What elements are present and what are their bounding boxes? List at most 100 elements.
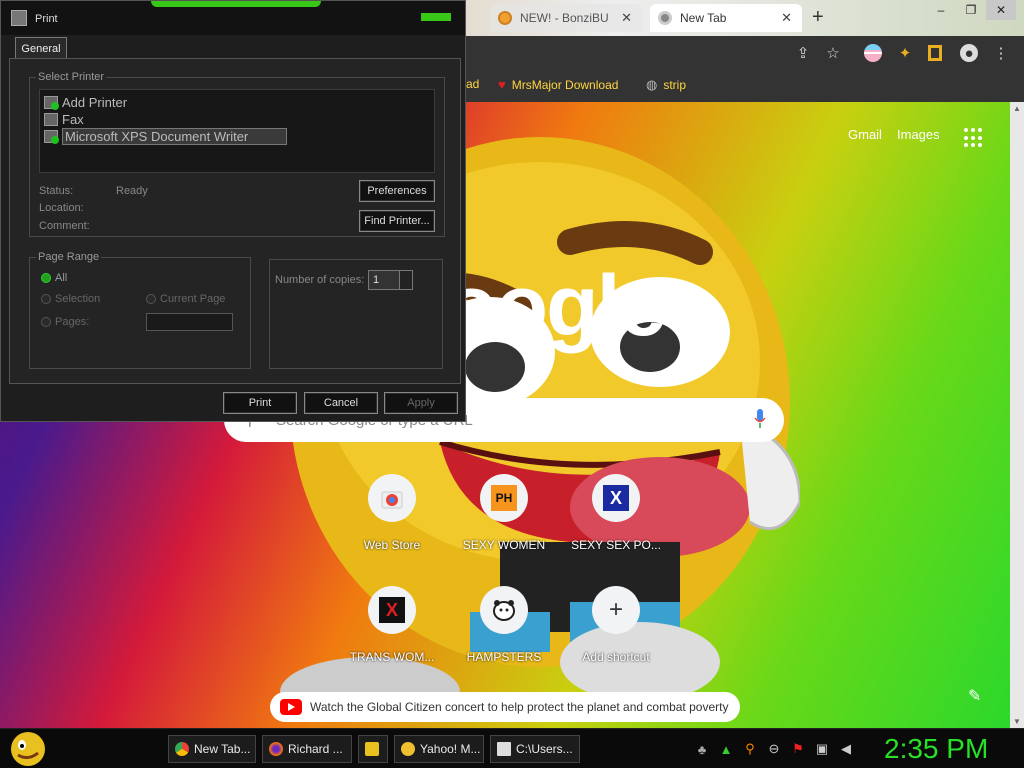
titlebar-glow — [151, 1, 321, 7]
apply-button[interactable]: Apply — [384, 392, 458, 414]
close-tab-icon[interactable]: ✕ — [621, 10, 632, 26]
range-selection-radio[interactable]: Selection — [41, 293, 100, 305]
sidebar-icon[interactable] — [928, 45, 942, 61]
gmail-link[interactable]: Gmail — [848, 127, 882, 142]
ph-site-icon: PH — [480, 474, 528, 522]
window-controls: ‒ ❐ ✕ — [926, 0, 1016, 20]
tab-bonzibuddy[interactable]: NEW! - BonziBU ✕ — [490, 4, 642, 32]
taskbar-item-yahoo[interactable]: Yahoo! M... — [394, 735, 484, 763]
taskbar-item-chrome[interactable]: New Tab... — [168, 735, 256, 763]
bookmark-item[interactable]: ad — [466, 77, 479, 91]
chrome-favicon-icon — [658, 11, 672, 25]
taskbar-item-firefox[interactable]: Richard ... — [262, 735, 352, 763]
printer-item-xps[interactable]: Microsoft XPS Document Writer — [44, 127, 288, 145]
taskbar-item-cmd[interactable]: C:\Users... — [490, 735, 580, 763]
scroll-up-icon[interactable]: ▲ — [1013, 104, 1021, 113]
microphone-icon[interactable] — [754, 409, 766, 429]
titlebar-indicator — [421, 13, 451, 21]
minimize-icon[interactable]: ‒ — [926, 0, 956, 20]
clock[interactable]: 2:35 PM — [884, 733, 988, 765]
shortcut-web-store[interactable]: Web Store — [336, 474, 448, 574]
printer-item-add-printer[interactable]: Add Printer — [44, 94, 127, 110]
print-button[interactable]: Print — [223, 392, 297, 414]
radio-dot — [41, 294, 51, 304]
tab-label: NEW! - BonziBU — [520, 11, 609, 25]
taskbar: New Tab... Richard ... Yahoo! M... C:\Us… — [0, 728, 1024, 768]
xps-printer-icon — [44, 129, 59, 144]
preferences-button[interactable]: Preferences — [359, 180, 435, 202]
cancel-button[interactable]: Cancel — [304, 392, 378, 414]
printer-item-fax[interactable]: Fax — [44, 111, 84, 127]
range-pages-radio[interactable]: Pages: — [41, 316, 89, 328]
shortcut-label: TRANS WOM... — [349, 650, 435, 664]
location-label: Location: — [39, 202, 84, 214]
heart-icon: ♥ — [498, 77, 506, 92]
dialog-titlebar[interactable]: Print — [1, 1, 465, 35]
x-site-icon: X — [592, 474, 640, 522]
range-all-radio[interactable]: All — [41, 272, 67, 284]
extensions-icon[interactable]: ✦ — [896, 44, 914, 62]
system-tray: ♣ ▲ ⚲ ⊖ ⚑ ▣ ◀ — [694, 741, 854, 757]
printer-icon — [11, 10, 27, 26]
flag-icon[interactable]: ⚑ — [790, 741, 806, 757]
tab-new-tab[interactable]: New Tab ✕ — [650, 4, 802, 32]
share-icon[interactable]: ⇪ — [794, 44, 812, 62]
google-apps-icon[interactable] — [964, 128, 984, 148]
fax-icon — [44, 112, 58, 126]
minus-icon[interactable]: ⊖ — [766, 741, 782, 757]
start-button[interactable] — [6, 731, 48, 767]
page-scrollbar[interactable]: ▲ ▼ — [1010, 102, 1024, 728]
desktop: NEW! - BonziBU ✕ New Tab ✕ + ‒ ❐ ✕ ⇪ ☆ ✦… — [0, 0, 1024, 768]
tree-icon[interactable]: ▲ — [718, 741, 734, 757]
promo-banner[interactable]: Watch the Global Citizen concert to help… — [270, 692, 740, 722]
yahoo-messenger-icon — [401, 742, 415, 756]
menu-icon[interactable]: ⋮ — [992, 44, 1010, 62]
bookmark-item[interactable]: ◍ strip — [646, 77, 686, 93]
tab-general[interactable]: General — [15, 37, 67, 59]
plus-icon: + — [592, 586, 640, 634]
comment-label: Comment: — [39, 220, 90, 232]
status-value: Ready — [116, 185, 148, 197]
page-range-group: Page Range — [29, 251, 251, 369]
promo-text: Watch the Global Citizen concert to help… — [310, 700, 729, 714]
pages-input[interactable] — [146, 313, 233, 331]
volume-icon[interactable]: ◀ — [838, 741, 854, 757]
images-link[interactable]: Images — [897, 127, 940, 142]
copies-spinner[interactable] — [399, 270, 413, 290]
shortcut-trans-wom[interactable]: X TRANS WOM... — [336, 586, 448, 686]
close-tab-icon[interactable]: ✕ — [781, 10, 792, 26]
printer-list[interactable]: Add Printer Fax Microsoft XPS Document W… — [39, 89, 435, 173]
profile-flag-icon[interactable] — [864, 44, 882, 62]
chrome-icon — [175, 742, 189, 756]
shortcut-label: SEXY WOMEN — [462, 538, 546, 552]
copies-input[interactable]: 1 — [368, 270, 400, 290]
bookmark-item[interactable]: ♥ MrsMajor Download — [498, 77, 618, 92]
copies-label: Number of copies: — [275, 274, 365, 286]
webstore-icon — [368, 474, 416, 522]
shortcut-label: HAMPSTERS — [466, 650, 542, 664]
page-range-legend: Page Range — [38, 251, 100, 263]
shortcut-hampsters[interactable]: HAMPSTERS — [448, 586, 560, 686]
google-logo: oogle — [445, 258, 666, 354]
restore-icon[interactable]: ❐ — [956, 0, 986, 20]
bookmark-label: ad — [466, 77, 480, 91]
bonzi-icon[interactable]: ♣ — [694, 741, 710, 757]
close-window-icon[interactable]: ✕ — [986, 0, 1016, 20]
find-printer-button[interactable]: Find Printer... — [359, 210, 435, 232]
x-site-icon: X — [368, 586, 416, 634]
taskbar-item-folder[interactable] — [358, 735, 388, 763]
search-icon[interactable]: ⚲ — [742, 741, 758, 757]
add-shortcut-button[interactable]: + Add shortcut — [560, 586, 672, 686]
scroll-down-icon[interactable]: ▼ — [1013, 717, 1021, 726]
star-icon[interactable]: ☆ — [824, 44, 842, 62]
shortcut-sexy-sex-po[interactable]: X SEXY SEX PO... — [560, 474, 672, 574]
customize-pencil-icon[interactable]: ✎ — [968, 686, 981, 706]
status-label: Status: — [39, 185, 74, 197]
new-tab-button[interactable]: + — [812, 6, 824, 29]
shortcut-sexy-women[interactable]: PH SEXY WOMEN — [448, 474, 560, 574]
range-current-page-radio[interactable]: Current Page — [146, 293, 225, 305]
network-icon[interactable]: ▣ — [814, 741, 830, 757]
radio-dot — [146, 294, 156, 304]
account-icon[interactable]: ● — [960, 44, 978, 62]
print-dialog: Print General Select Printer Add Printer… — [0, 0, 466, 422]
